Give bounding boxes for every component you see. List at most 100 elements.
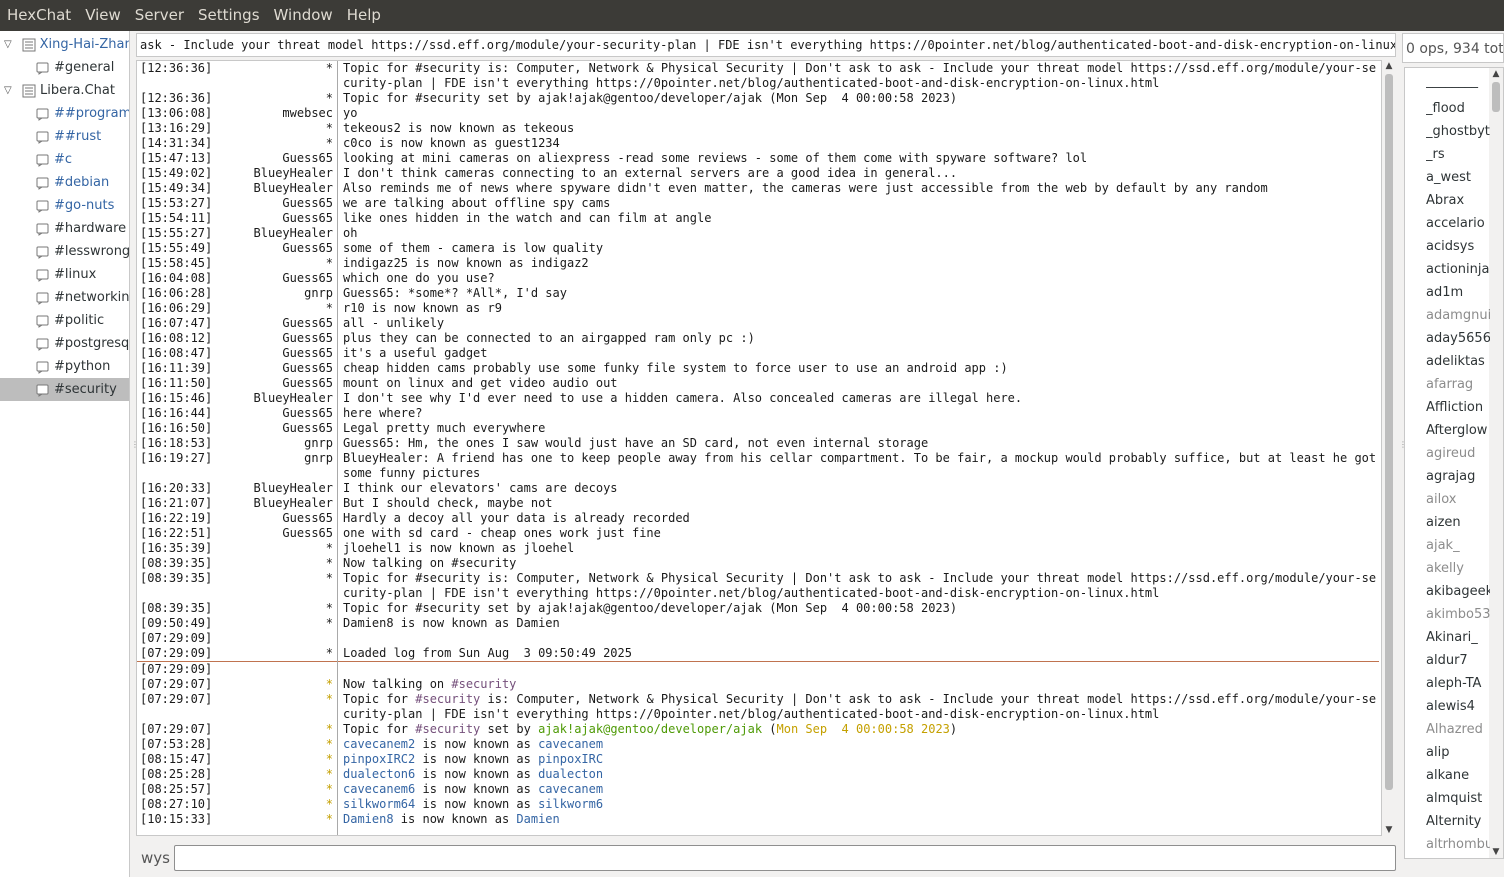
chat-nick[interactable]: Guess65 xyxy=(213,196,337,211)
user-entry[interactable]: agrajag xyxy=(1426,469,1490,492)
chat-nick[interactable]: Guess65 xyxy=(213,331,337,346)
user-entry[interactable]: actioninja xyxy=(1426,262,1490,285)
message-segment[interactable]: cavecanem2 xyxy=(343,737,415,751)
chat-nick[interactable]: Guess65 xyxy=(213,376,337,391)
chat-nick[interactable]: BlueyHealer xyxy=(213,226,337,241)
chat-nick[interactable]: Guess65 xyxy=(213,361,337,376)
tree-channel[interactable]: #postgresql xyxy=(0,332,129,355)
user-entry[interactable]: Akinari_ xyxy=(1426,630,1490,653)
user-list[interactable]: ▲ ▼ ________ _flood_ghostbyte_rsa_westAbr… xyxy=(1404,67,1504,859)
menu-server[interactable]: Server xyxy=(128,0,191,31)
userlist-scroll-thumb[interactable] xyxy=(1492,82,1500,112)
user-entry[interactable]: _flood xyxy=(1426,101,1490,124)
expander-icon[interactable]: ▽ xyxy=(4,39,14,50)
user-entry[interactable]: aleph-TA xyxy=(1426,676,1490,699)
chat-nick[interactable] xyxy=(213,662,337,677)
user-entry[interactable]: alkane xyxy=(1426,768,1490,791)
tree-channel[interactable]: #debian xyxy=(0,171,129,194)
chat-nick[interactable]: * xyxy=(213,677,337,692)
user-entry[interactable]: alewis4 xyxy=(1426,699,1490,722)
message-segment[interactable]: pinpoxIRC2 xyxy=(343,752,415,766)
user-entry[interactable]: akelly xyxy=(1426,561,1490,584)
nick-button[interactable]: wys xyxy=(141,849,170,867)
tree-channel[interactable]: #networking xyxy=(0,286,129,309)
message-segment[interactable]: silkworm6 xyxy=(538,797,603,811)
chat-nick[interactable]: * xyxy=(213,61,337,91)
topic-bar[interactable]: ask - Include your threat model https://… xyxy=(136,33,1396,57)
menu-window[interactable]: Window xyxy=(267,0,340,31)
message-segment[interactable]: #security xyxy=(415,722,480,736)
message-segment[interactable]: pinpoxIRC xyxy=(538,752,603,766)
menu-help[interactable]: Help xyxy=(340,0,388,31)
tree-channel[interactable]: #politic xyxy=(0,309,129,332)
user-entry[interactable]: Abrax xyxy=(1426,193,1490,216)
chat-nick[interactable]: * xyxy=(213,301,337,316)
message-input[interactable] xyxy=(174,845,1396,871)
user-entry[interactable]: acidsys xyxy=(1426,239,1490,262)
chat-nick[interactable]: * xyxy=(213,121,337,136)
tree-network[interactable]: ▽ Xing-Hai-Zhan xyxy=(0,33,129,56)
user-entry[interactable]: _ghostbyte xyxy=(1426,124,1490,147)
chat-scrollbar[interactable]: ▲ ▼ xyxy=(1382,60,1396,836)
message-segment[interactable]: #security xyxy=(451,677,516,691)
user-entry[interactable]: ailox xyxy=(1426,492,1490,515)
user-entry[interactable]: Alhazred xyxy=(1426,722,1490,745)
user-entry[interactable]: akibageek xyxy=(1426,584,1490,607)
user-entry[interactable]: aizen xyxy=(1426,515,1490,538)
user-entry[interactable]: _rs xyxy=(1426,147,1490,170)
user-entry[interactable]: ad1m xyxy=(1426,285,1490,308)
chat-nick[interactable]: Guess65 xyxy=(213,421,337,436)
user-entry[interactable]: adamgnuix xyxy=(1426,308,1490,331)
user-entry[interactable]: aldur7 xyxy=(1426,653,1490,676)
message-segment[interactable]: dualecton xyxy=(538,767,603,781)
scroll-up-icon[interactable]: ▲ xyxy=(1490,68,1502,80)
user-entry[interactable]: Alternity xyxy=(1426,814,1490,837)
chat-nick[interactable]: BlueyHealer xyxy=(213,496,337,511)
user-entry[interactable]: Affliction xyxy=(1426,400,1490,423)
chat-nick[interactable]: Guess65 xyxy=(213,241,337,256)
user-entry[interactable]: accelario xyxy=(1426,216,1490,239)
chat-nick[interactable]: * xyxy=(213,601,337,616)
chat-nick[interactable]: * xyxy=(213,752,337,767)
tree-channel[interactable]: #lesswrong xyxy=(0,240,129,263)
chat-nick[interactable]: BlueyHealer xyxy=(213,391,337,406)
chat-nick[interactable]: Guess65 xyxy=(213,406,337,421)
chat-nick[interactable]: * xyxy=(213,571,337,601)
user-entry[interactable]: afarrag xyxy=(1426,377,1490,400)
user-entry[interactable]: agireud xyxy=(1426,446,1490,469)
user-entry[interactable]: alip xyxy=(1426,745,1490,768)
chat-nick[interactable]: Guess65 xyxy=(213,511,337,526)
tree-channel[interactable]: #hardware xyxy=(0,217,129,240)
chat-nick[interactable]: * xyxy=(213,556,337,571)
tree-channel[interactable]: #security xyxy=(0,378,129,401)
chat-nick[interactable]: gnrp xyxy=(213,451,337,481)
message-segment[interactable]: Mon Sep 4 00:00:58 2023 xyxy=(777,722,950,736)
message-segment[interactable]: dualecton6 xyxy=(343,767,415,781)
user-entry[interactable]: altrhombus xyxy=(1426,837,1490,858)
message-segment[interactable]: silkworm64 xyxy=(343,797,415,811)
chat-nick[interactable]: * xyxy=(213,646,337,661)
message-segment[interactable]: ajak!ajak@gentoo/developer/ajak xyxy=(538,722,762,736)
scroll-up-icon[interactable]: ▲ xyxy=(1383,60,1395,72)
chat-nick[interactable]: * xyxy=(213,812,337,827)
message-segment[interactable]: cavecanem6 xyxy=(343,782,415,796)
tree-channel[interactable]: #go-nuts xyxy=(0,194,129,217)
user-entry[interactable]: a_west xyxy=(1426,170,1490,193)
scroll-down-icon[interactable]: ▼ xyxy=(1490,846,1502,858)
chat-nick[interactable]: BlueyHealer xyxy=(213,166,337,181)
chat-nick[interactable]: * xyxy=(213,797,337,812)
message-segment[interactable]: #security xyxy=(415,692,480,706)
tree-channel[interactable]: ##programming xyxy=(0,102,129,125)
chat-nick[interactable]: Guess65 xyxy=(213,271,337,286)
chat-nick[interactable]: * xyxy=(213,616,337,631)
expander-icon[interactable]: ▽ xyxy=(4,85,14,96)
chat-scroll-thumb[interactable] xyxy=(1385,74,1393,790)
message-segment[interactable]: cavecanem xyxy=(538,737,603,751)
user-entry[interactable]: Afterglow xyxy=(1426,423,1490,446)
chat-nick[interactable]: Guess65 xyxy=(213,346,337,361)
user-entry[interactable]: aday56565 xyxy=(1426,331,1490,354)
message-segment[interactable]: Damien8 xyxy=(343,812,394,826)
chat-nick[interactable]: * xyxy=(213,136,337,151)
chat-nick[interactable] xyxy=(213,631,337,646)
chat-nick[interactable]: * xyxy=(213,541,337,556)
